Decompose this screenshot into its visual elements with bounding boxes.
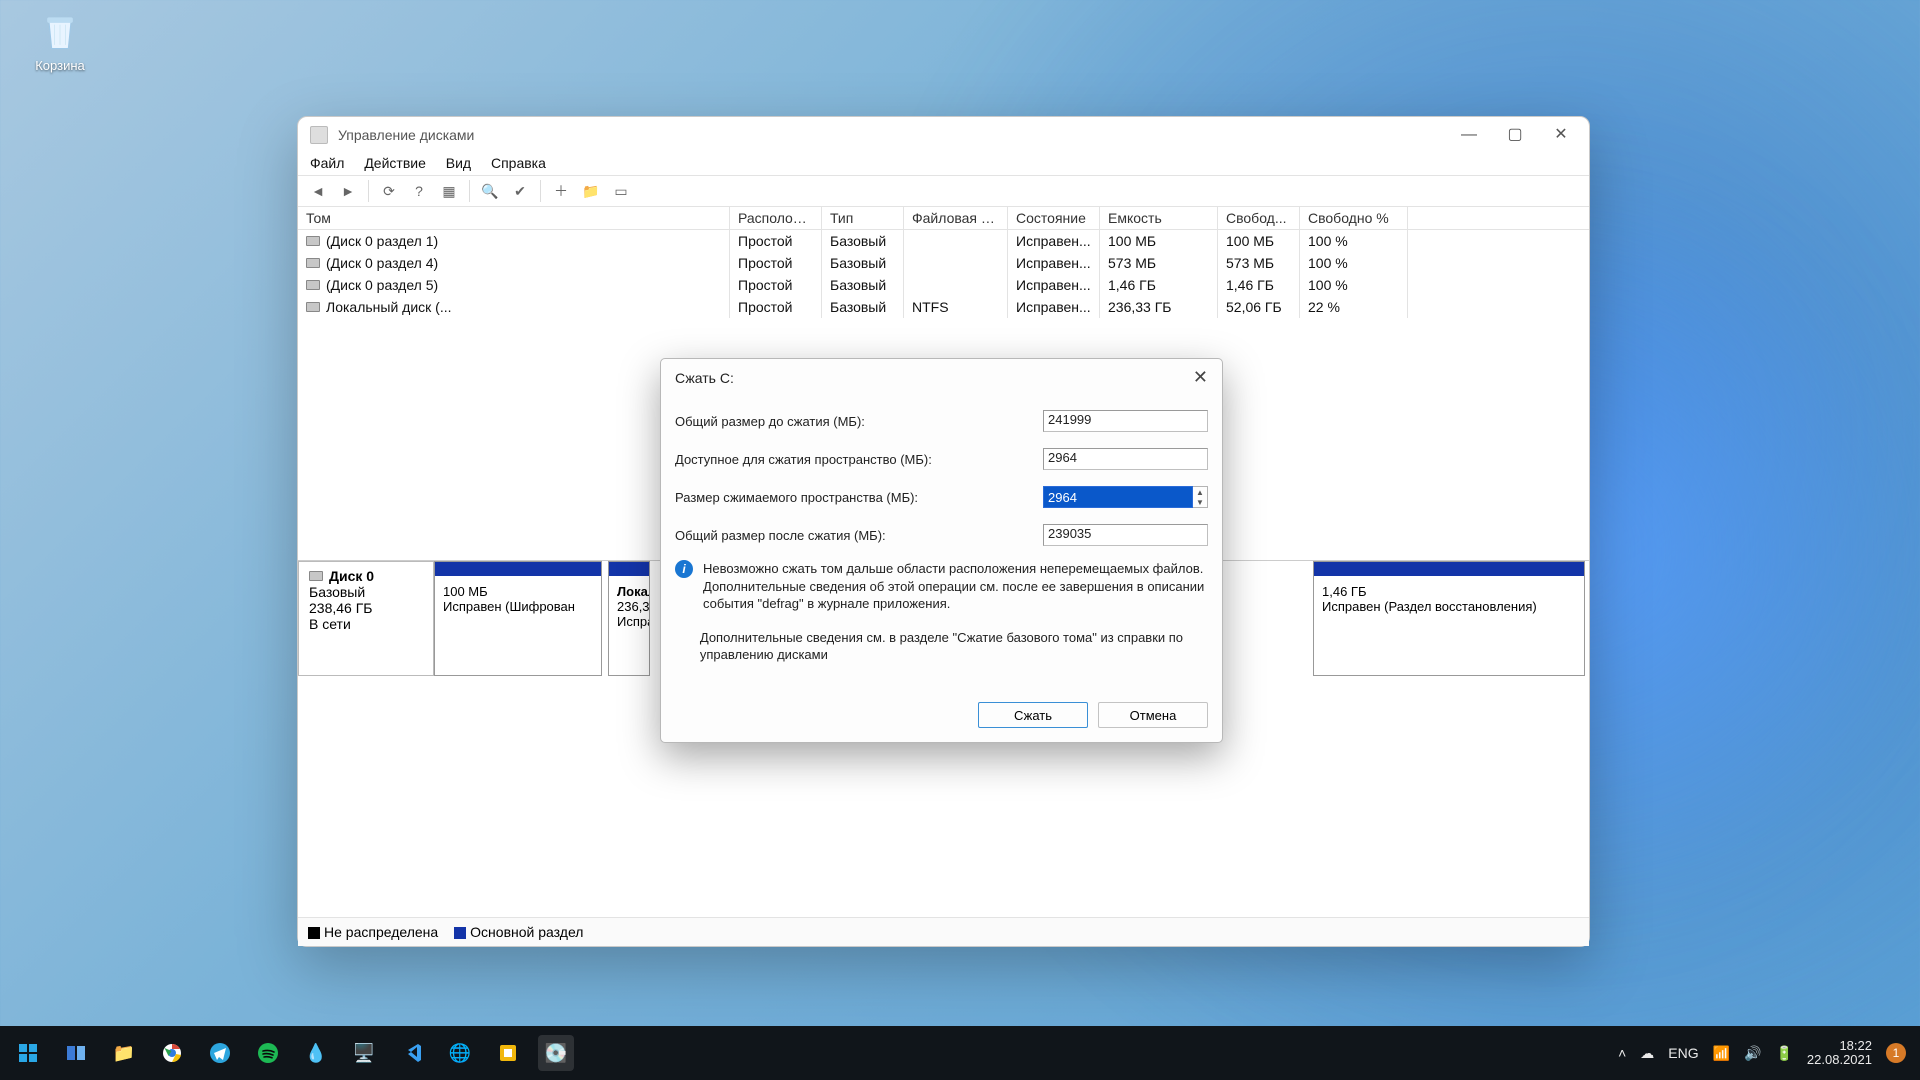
dialog-titlebar[interactable]: Сжать C: ✕ <box>661 359 1222 396</box>
recycle-bin-label: Корзина <box>20 58 100 73</box>
drive-icon <box>306 258 320 268</box>
col-fs[interactable]: Файловая с... <box>904 207 1008 229</box>
legend-unallocated: Не распределена <box>324 924 438 940</box>
app-icon-1[interactable]: 🖥️ <box>346 1035 382 1071</box>
table-row[interactable]: (Диск 0 раздел 1)ПростойБазовыйИсправен.… <box>298 230 1589 252</box>
info-icon: i <box>675 560 693 578</box>
toolbar-calendar-icon[interactable]: ▦ <box>437 180 461 202</box>
tray-wifi-icon[interactable]: 📶 <box>1713 1045 1730 1062</box>
menubar: Файл Действие Вид Справка <box>298 153 1589 175</box>
drive-icon <box>306 236 320 246</box>
toolbar-folder-icon[interactable]: 📁 <box>579 180 603 202</box>
menu-file[interactable]: Файл <box>310 155 344 171</box>
table-row[interactable]: Локальный диск (...ПростойБазовыйNTFSИсп… <box>298 296 1589 318</box>
browser-icon[interactable]: 🌐 <box>442 1035 478 1071</box>
shrink-amount-input[interactable] <box>1043 486 1193 508</box>
tray-notifications[interactable]: 1 <box>1886 1043 1906 1063</box>
forward-button[interactable]: ► <box>336 180 360 202</box>
back-button[interactable]: ◄ <box>306 180 330 202</box>
file-explorer-icon[interactable]: 📁 <box>106 1035 142 1071</box>
partition[interactable]: Локал236,33Испра <box>608 561 650 676</box>
col-pct[interactable]: Свободно % <box>1300 207 1408 229</box>
window-title: Управление дисками <box>338 127 474 143</box>
minimize-button[interactable]: — <box>1461 127 1477 143</box>
toolbar: ◄ ► ⟳ ? ▦ 🔍 ✔ ＋ 📁 ▭ <box>298 175 1589 207</box>
value-total-after: 239035 <box>1043 524 1208 546</box>
tray-chevron-icon[interactable]: ˄ <box>1618 1045 1626 1061</box>
menu-action[interactable]: Действие <box>364 155 426 171</box>
close-button[interactable]: ✕ <box>1553 127 1569 143</box>
tray-language[interactable]: ENG <box>1668 1045 1698 1061</box>
tray-onedrive-icon[interactable]: ☁ <box>1640 1045 1654 1062</box>
info-text-2: Дополнительные сведения см. в разделе "С… <box>700 629 1208 664</box>
value-available: 2964 <box>1043 448 1208 470</box>
disk-mgmt-taskbar-icon[interactable]: 💽 <box>538 1035 574 1071</box>
recycle-bin-icon <box>38 10 82 54</box>
legend-primary: Основной раздел <box>470 924 583 940</box>
toolbar-props-icon[interactable]: ▭ <box>609 180 633 202</box>
volume-name: Локальный диск (... <box>326 299 452 315</box>
col-location[interactable]: Располож... <box>730 207 822 229</box>
cancel-button[interactable]: Отмена <box>1098 702 1208 728</box>
menu-help[interactable]: Справка <box>491 155 546 171</box>
table-row[interactable]: (Диск 0 раздел 5)ПростойБазовыйИсправен.… <box>298 274 1589 296</box>
col-free[interactable]: Свобод... <box>1218 207 1300 229</box>
desktop-recycle-bin[interactable]: Корзина <box>20 10 100 73</box>
label-shrink: Размер сжимаемого пространства (МБ): <box>675 490 1043 505</box>
col-capacity[interactable]: Емкость <box>1100 207 1218 229</box>
dialog-close-button[interactable]: ✕ <box>1193 367 1208 388</box>
value-total-before: 241999 <box>1043 410 1208 432</box>
waterdrop-icon[interactable]: 💧 <box>298 1035 334 1071</box>
taskview-icon[interactable] <box>58 1035 94 1071</box>
table-row[interactable]: (Диск 0 раздел 4)ПростойБазовыйИсправен.… <box>298 252 1589 274</box>
info-text-1: Невозможно сжать том дальше области расп… <box>703 560 1208 613</box>
toolbar-add-icon[interactable]: ＋ <box>549 180 573 202</box>
spotify-icon[interactable] <box>250 1035 286 1071</box>
table-header: Том Располож... Тип Файловая с... Состоя… <box>298 207 1589 230</box>
shrink-button[interactable]: Сжать <box>978 702 1088 728</box>
label-total-before: Общий размер до сжатия (МБ): <box>675 414 1043 429</box>
partition[interactable]: 1,46 ГБИсправен (Раздел восстановления) <box>1313 561 1585 676</box>
titlebar[interactable]: Управление дисками — ▢ ✕ <box>298 117 1589 153</box>
start-button[interactable] <box>10 1035 46 1071</box>
volume-name: (Диск 0 раздел 5) <box>326 277 438 293</box>
disk-info[interactable]: Диск 0 Базовый 238,46 ГБ В сети <box>298 561 434 676</box>
toolbar-check-icon[interactable]: ✔ <box>508 180 532 202</box>
toolbar-help-icon[interactable]: ? <box>407 180 431 202</box>
legend: Не распределена Основной раздел <box>298 917 1589 946</box>
vscode-icon[interactable] <box>394 1035 430 1071</box>
toolbar-search-icon[interactable]: 🔍 <box>478 180 502 202</box>
shrink-dialog: Сжать C: ✕ Общий размер до сжатия (МБ): … <box>660 358 1223 743</box>
spin-down[interactable]: ▼ <box>1193 497 1207 507</box>
col-type[interactable]: Тип <box>822 207 904 229</box>
label-total-after: Общий размер после сжатия (МБ): <box>675 528 1043 543</box>
app-icon <box>310 126 328 144</box>
maximize-button[interactable]: ▢ <box>1507 127 1523 143</box>
drive-icon <box>306 280 320 290</box>
chrome-icon[interactable] <box>154 1035 190 1071</box>
col-volume[interactable]: Том <box>298 207 730 229</box>
partition[interactable]: 100 МБИсправен (Шифрован <box>434 561 602 676</box>
drive-icon <box>306 302 320 312</box>
dialog-title: Сжать C: <box>675 370 734 386</box>
telegram-icon[interactable] <box>202 1035 238 1071</box>
tray-clock[interactable]: 18:22 22.08.2021 <box>1807 1039 1872 1068</box>
volume-name: (Диск 0 раздел 1) <box>326 233 438 249</box>
slides-icon[interactable] <box>490 1035 526 1071</box>
tray-volume-icon[interactable]: 🔊 <box>1744 1045 1761 1062</box>
label-available: Доступное для сжатия пространство (МБ): <box>675 452 1043 467</box>
spin-up[interactable]: ▲ <box>1193 487 1207 497</box>
volume-name: (Диск 0 раздел 4) <box>326 255 438 271</box>
toolbar-refresh-icon[interactable]: ⟳ <box>377 180 401 202</box>
menu-view[interactable]: Вид <box>446 155 471 171</box>
col-status[interactable]: Состояние <box>1008 207 1100 229</box>
volume-table: Том Располож... Тип Файловая с... Состоя… <box>298 207 1589 318</box>
taskbar: 📁 💧 🖥️ 🌐 💽 ˄ ☁ ENG 📶 🔊 🔋 18:22 22.08.202… <box>0 1026 1920 1080</box>
tray-battery-icon[interactable]: 🔋 <box>1775 1045 1792 1062</box>
disk-icon <box>309 571 323 581</box>
